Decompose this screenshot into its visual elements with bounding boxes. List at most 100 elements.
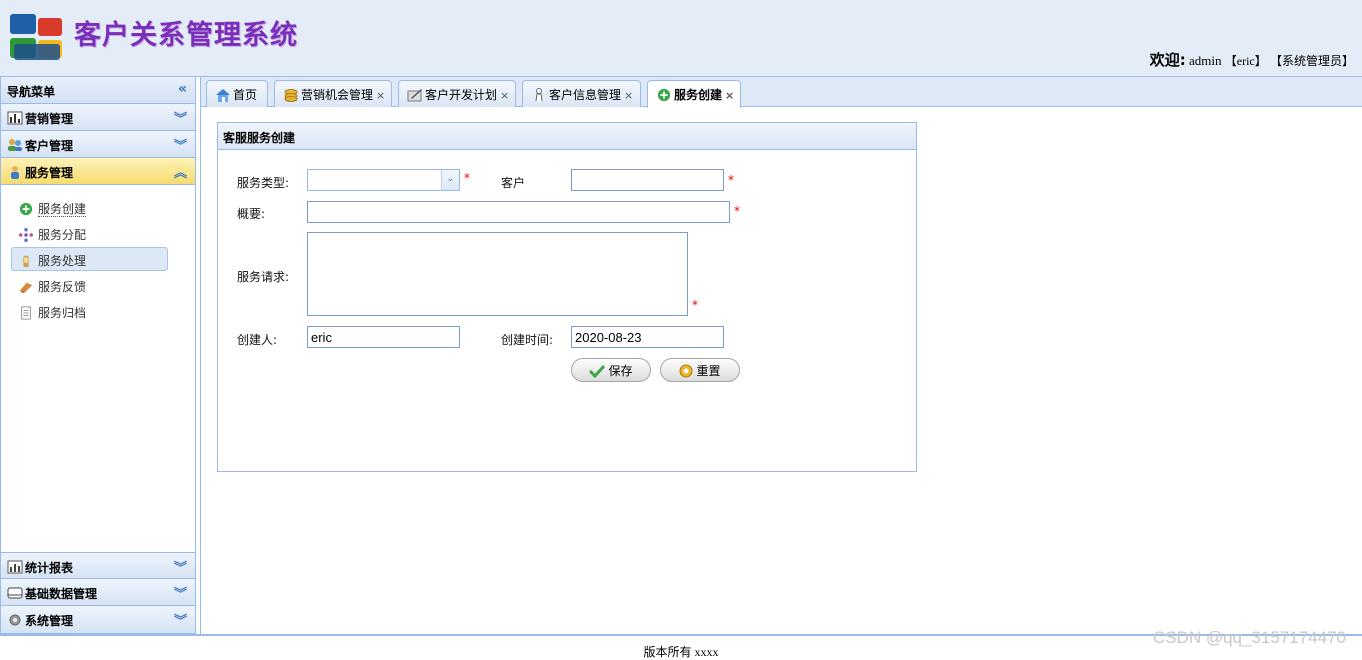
chevron-down-icon: ︾ xyxy=(173,561,187,576)
sidebar-title: 导航菜单 xyxy=(7,85,56,99)
required-mark: * xyxy=(692,298,698,312)
home-icon xyxy=(216,89,230,102)
service-create-panel: 客服服务创建 服务类型: ⌄ * 客户 * 概要: * 服务请求: * 创建人:… xyxy=(217,122,917,472)
sidebar-section-system[interactable]: 系统管理 ︾ xyxy=(1,606,195,633)
chevron-down-icon: ︾ xyxy=(173,112,187,127)
tab-customer-plan[interactable]: 客户开发计划 × xyxy=(398,80,516,107)
customer-input[interactable] xyxy=(571,169,724,191)
sidebar-item-service-create[interactable]: 服务创建 xyxy=(11,195,168,219)
service-type-label: 服务类型: xyxy=(237,176,290,190)
tab-customer-info[interactable]: 客户信息管理 × xyxy=(522,80,641,107)
sidebar-bottom-sections: 统计报表 ︾ 基础数据管理 ︾ 系统管理 ︾ xyxy=(1,552,195,633)
request-textarea[interactable] xyxy=(307,232,688,316)
copyright-text: 版本所有 xxxx xyxy=(643,645,719,659)
assign-icon xyxy=(19,228,33,242)
creator-input[interactable] xyxy=(307,326,460,348)
tab-label: 客户开发计划 xyxy=(425,88,498,102)
archive-icon xyxy=(21,306,31,320)
sidebar-item-service-process[interactable]: 服务处理 xyxy=(11,247,168,271)
sidebar-section-service[interactable]: 服务管理 ︽ xyxy=(1,158,195,185)
tab-marketing-opportunity[interactable]: 营销机会管理 × xyxy=(274,80,392,107)
close-icon[interactable]: × xyxy=(725,89,734,102)
sidebar-item-service-archive[interactable]: 服务归档 xyxy=(11,299,168,323)
create-time-label: 创建时间: xyxy=(501,333,554,347)
save-button-label: 保存 xyxy=(608,364,633,378)
sidebar-section-report[interactable]: 统计报表 ︾ xyxy=(1,552,195,579)
feedback-icon xyxy=(19,282,33,294)
gear-icon xyxy=(9,614,21,626)
request-label: 服务请求: xyxy=(237,270,290,284)
customer-label: 客户 xyxy=(501,176,526,190)
sidebar-item-label: 服务反馈 xyxy=(38,280,87,294)
sidebar-item-label: 服务归档 xyxy=(38,306,87,320)
summary-label: 概要: xyxy=(237,207,266,221)
section-label: 系统管理 xyxy=(25,614,74,628)
chart-icon xyxy=(7,111,23,125)
close-icon[interactable]: × xyxy=(500,89,509,102)
section-label: 统计报表 xyxy=(25,561,74,575)
chevron-down-icon: ︾ xyxy=(173,614,187,629)
add-circle-icon xyxy=(657,88,671,102)
add-circle-icon xyxy=(19,202,33,216)
sidebar-item-label: 服务分配 xyxy=(38,228,87,242)
panel-title: 客服服务创建 xyxy=(218,123,916,150)
required-mark: * xyxy=(734,204,740,218)
sidebar-section-marketing[interactable]: 营销管理 ︾ xyxy=(1,104,195,131)
sidebar-item-label: 服务处理 xyxy=(38,254,87,268)
database-icon xyxy=(7,587,23,599)
sidebar-section-customer[interactable]: 客户管理 ︾ xyxy=(1,131,195,158)
plan-icon xyxy=(407,89,422,102)
chevron-down-icon: ︾ xyxy=(173,587,187,602)
tab-bar: 首页 营销机会管理 × 客户开发计划 × 客户信息管理 × 服务创建 × xyxy=(201,77,1362,108)
chevron-up-icon: ︽ xyxy=(173,166,187,181)
welcome-text: 欢迎: admin 【eric】 【系统管理员】 xyxy=(1150,49,1354,70)
tab-label: 营销机会管理 xyxy=(301,88,374,102)
save-button[interactable]: 保存 xyxy=(571,358,651,382)
reset-button-label: 重置 xyxy=(696,364,721,378)
user-role: 【系统管理员】 xyxy=(1269,54,1354,68)
section-label: 客户管理 xyxy=(25,139,74,153)
process-icon xyxy=(23,255,29,268)
section-label: 营销管理 xyxy=(25,112,74,126)
chevron-down-icon[interactable]: ⌄ xyxy=(441,170,459,190)
collapse-sidebar-icon[interactable]: « xyxy=(178,81,187,97)
coins-icon xyxy=(284,89,298,102)
username: admin xyxy=(1189,53,1222,68)
required-mark: * xyxy=(464,171,470,185)
section-label: 基础数据管理 xyxy=(25,587,98,601)
reset-button[interactable]: 重置 xyxy=(660,358,740,382)
sidebar: 导航菜单 « 营销管理 ︾ 客户管理 ︾ 服务管理 ︽ 服务创建 服务分配 服务… xyxy=(0,77,196,634)
sidebar-item-label: 服务创建 xyxy=(38,202,87,217)
close-icon[interactable]: × xyxy=(624,89,633,102)
check-icon xyxy=(589,364,606,378)
close-icon[interactable]: × xyxy=(376,89,385,102)
required-mark: * xyxy=(728,173,734,187)
main-area: 首页 营销机会管理 × 客户开发计划 × 客户信息管理 × 服务创建 × 客服服务创建 … xyxy=(200,77,1362,634)
tab-home[interactable]: 首页 xyxy=(206,80,268,107)
tab-label: 首页 xyxy=(233,88,258,102)
service-submenu: 服务创建 服务分配 服务处理 服务反馈 服务归档 xyxy=(1,185,195,552)
tab-label: 客户信息管理 xyxy=(549,88,622,102)
service-icon xyxy=(11,166,19,179)
sidebar-item-service-assign[interactable]: 服务分配 xyxy=(11,221,168,245)
user-account: 【eric】 xyxy=(1224,54,1267,68)
header-bar: 客户关系管理系统 欢迎: admin 【eric】 【系统管理员】 xyxy=(0,0,1362,77)
app-title: 客户关系管理系统 xyxy=(74,20,298,51)
app-logo-icon xyxy=(10,14,62,60)
create-time-input[interactable] xyxy=(571,326,724,348)
person-icon xyxy=(535,88,543,102)
report-icon xyxy=(7,560,23,574)
sidebar-section-basedata[interactable]: 基础数据管理 ︾ xyxy=(1,579,195,606)
summary-input[interactable] xyxy=(307,201,730,223)
service-type-select[interactable]: ⌄ xyxy=(307,169,460,191)
section-label: 服务管理 xyxy=(25,166,74,180)
tab-service-create[interactable]: 服务创建 × xyxy=(647,80,741,108)
sidebar-header: 导航菜单 « xyxy=(1,77,195,104)
reset-icon xyxy=(679,364,693,378)
tab-label: 服务创建 xyxy=(674,88,723,102)
sidebar-item-service-feedback[interactable]: 服务反馈 xyxy=(11,273,168,297)
chevron-down-icon: ︾ xyxy=(173,139,187,154)
users-icon xyxy=(8,139,22,151)
welcome-label: 欢迎: xyxy=(1149,51,1186,69)
creator-label: 创建人: xyxy=(237,333,278,347)
